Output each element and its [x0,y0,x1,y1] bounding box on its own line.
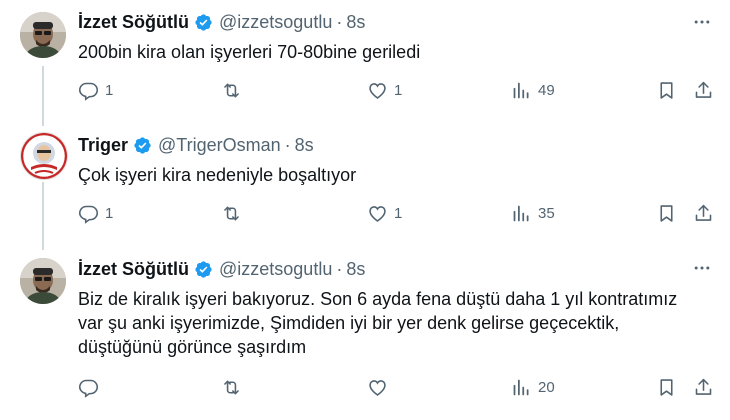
retweet-button[interactable] [221,80,248,101]
reply-icon [78,82,99,101]
thread-line [42,66,44,126]
reply-button[interactable] [78,377,105,398]
display-name[interactable]: İzzet Söğütlü [78,258,189,280]
bookmark-button[interactable] [656,203,677,224]
retweet-icon [224,83,239,98]
tweet-header: İzzet Söğütlü @izzetsogutlu · 8s [78,11,365,33]
retweet-button[interactable] [221,377,248,398]
avatar-logo-icon [21,133,67,179]
share-button[interactable] [693,80,714,101]
views-button[interactable]: 49 [511,80,555,101]
separator-dot: · [284,135,291,155]
separator-dot: · [336,259,343,279]
tweet-header: İzzet Söğütlü @izzetsogutlu · 8s [78,258,365,280]
reply-button[interactable]: 1 [78,80,113,101]
more-options-icon[interactable] [692,258,712,278]
share-icon [695,204,712,221]
avatar[interactable] [20,132,68,180]
verified-badge-icon [195,13,212,31]
heart-icon [369,206,386,222]
handle[interactable]: @izzetsogutlu [219,11,332,33]
share-icon [695,81,712,98]
retweet-button[interactable] [221,203,248,224]
retweet-icon [224,380,239,395]
tweet-text-line: Biz de kiralık işyeri bakıyoruz. Son 6 a… [78,289,678,309]
heart-icon [369,83,386,99]
like-button[interactable] [367,377,394,398]
verified-badge-icon [195,260,212,278]
tweet-actions: 1 1 49 [78,80,718,104]
reply-button[interactable]: 1 [78,203,113,224]
avatar[interactable] [20,258,66,304]
tweet-text: Biz de kiralık işyeri bakıyoruz. Son 6 a… [78,287,708,359]
avatar-photo-icon [20,258,66,304]
views-button[interactable]: 35 [511,203,555,224]
separator-dot: · [336,12,343,32]
tweet-text-line: var şu anki işyerimizde, Şimdiden iyi bi… [78,313,620,333]
retweet-icon [224,206,239,221]
view-count: 20 [538,379,555,396]
timestamp[interactable]: 8s [346,11,365,33]
views-button[interactable]: 20 [511,377,555,398]
bookmark-icon [660,379,673,396]
bookmark-button[interactable] [656,80,677,101]
heart-icon [369,380,386,396]
view-count: 35 [538,205,555,222]
reply-icon [78,205,99,224]
more-options-icon[interactable] [692,12,712,32]
bookmark-button[interactable] [656,377,677,398]
like-button[interactable]: 1 [367,203,402,224]
views-chart-icon [513,82,529,99]
display-name[interactable]: Triger [78,134,128,156]
share-button[interactable] [693,377,714,398]
tweet-text: Çok işyeri kira nedeniyle boşaltıyor [78,165,357,185]
timestamp[interactable]: 8s [346,258,365,280]
handle[interactable]: @izzetsogutlu [219,258,332,280]
bookmark-icon [660,82,673,99]
tweet-actions: 20 [78,377,718,401]
reply-count: 1 [105,82,114,99]
timestamp[interactable]: 8s [295,134,314,156]
verified-badge-icon [134,136,151,154]
bookmark-icon [660,205,673,222]
like-count: 1 [394,82,403,99]
handle[interactable]: @TrigerOsman [158,134,281,156]
share-button[interactable] [693,203,714,224]
view-count: 49 [538,82,555,99]
reply-icon [78,379,99,398]
tweet-text-line: düştüğünü görünce şaşırdım [78,337,307,357]
avatar[interactable] [20,12,66,58]
views-chart-icon [513,205,529,222]
tweet-header: Triger @TrigerOsman · 8s [78,134,314,156]
tweet-text: 200bin kira olan işyerleri 70-80bine ger… [78,42,421,62]
avatar-photo-icon [20,12,66,58]
share-icon [695,378,712,395]
tweet-thread: İzzet Söğütlü @izzetsogutlu · 8s 200bin … [0,0,730,420]
like-count: 1 [394,205,403,222]
like-button[interactable]: 1 [367,80,402,101]
display-name[interactable]: İzzet Söğütlü [78,11,189,33]
tweet-actions: 1 1 35 [78,203,718,227]
views-chart-icon [513,379,529,396]
reply-count: 1 [105,205,114,222]
thread-line [42,182,44,250]
